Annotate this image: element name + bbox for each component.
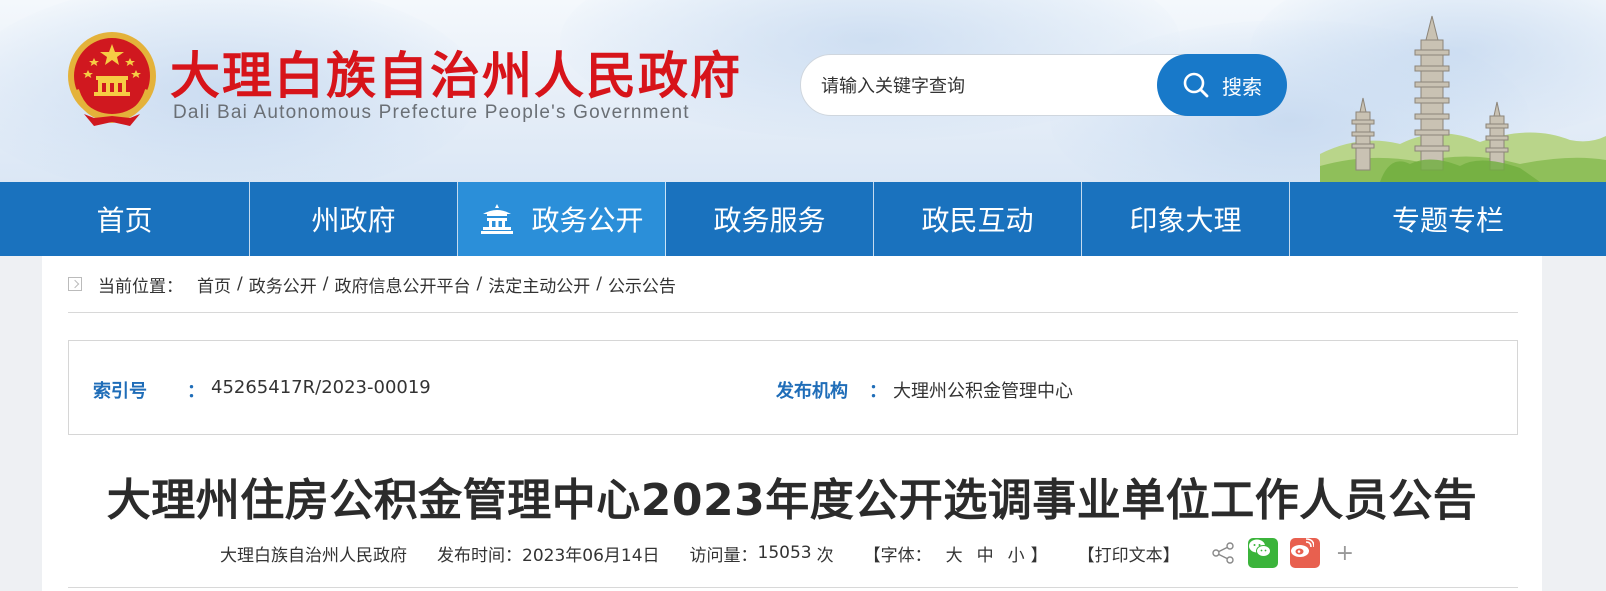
nav-item-prefecture-gov[interactable]: 州政府: [250, 182, 458, 256]
site-title: 大理白族自治州人民政府: [170, 46, 742, 105]
national-emblem-icon: [68, 32, 156, 126]
info-box: 索引号 ： 45265417R/2023-00019 发布机构 ： 大理州公积金…: [68, 340, 1518, 435]
wechat-share-icon[interactable]: [1247, 538, 1278, 568]
nav-item-label: 政务服务: [713, 204, 826, 237]
nav-item-label: 首页: [96, 204, 153, 237]
font-size-small[interactable]: 小: [1008, 541, 1025, 566]
nav-item-home[interactable]: 首页: [0, 182, 250, 256]
breadcrumb-link-statutory-disclosure[interactable]: 法定主动公开: [488, 272, 590, 297]
nav-item-interaction[interactable]: 政民互动: [874, 182, 1082, 256]
font-size-large[interactable]: 大: [946, 541, 963, 566]
breadcrumb-separator: /: [596, 274, 602, 294]
print-button[interactable]: 【打印文本】: [1078, 541, 1180, 566]
font-size-medium[interactable]: 中: [977, 541, 994, 566]
visits-unit: 次: [816, 545, 834, 566]
publisher-label: 发布机构: [776, 381, 848, 402]
publisher-value: 大理州公积金管理中心: [893, 381, 1073, 402]
location-arrow-icon: [68, 277, 82, 291]
article-meta: 大理白族自治州人民政府 发布时间： 2023年06月14日 访问量： 15053…: [220, 536, 1354, 570]
share-more-button[interactable]: +: [1336, 541, 1354, 566]
nav-item-impression-dali[interactable]: 印象大理: [1082, 182, 1290, 256]
breadcrumb: 当前位置： 首页 / 政务公开 / 政府信息公开平台 / 法定主动公开 / 公示…: [68, 270, 676, 298]
nav-item-label: 政民互动: [921, 204, 1034, 237]
main-nav: 首页 州政府 政务公开 政务服务 政民互动 印象大理 专题专栏: [0, 182, 1606, 256]
article-source: 大理白族自治州人民政府: [220, 545, 407, 566]
breadcrumb-link-announcements[interactable]: 公示公告: [608, 272, 676, 297]
weibo-share-icon[interactable]: [1289, 538, 1320, 568]
breadcrumb-link-gov-affairs[interactable]: 政务公开: [249, 272, 317, 297]
breadcrumb-link-home[interactable]: 首页: [197, 272, 231, 297]
search-input[interactable]: [821, 69, 1141, 103]
breadcrumb-link-info-platform[interactable]: 政府信息公开平台: [334, 272, 470, 297]
article-title: 大理州住房公积金管理中心2023年度公开选调事业单位工作人员公告: [106, 475, 1478, 526]
publish-date: 2023年06月14日: [522, 545, 660, 566]
font-size-label: 【字体：: [863, 545, 932, 566]
site-header: 大理白族自治州人民政府 Dali Bai Autonomous Prefectu…: [0, 0, 1606, 182]
site-subtitle: Dali Bai Autonomous Prefecture People's …: [173, 102, 690, 123]
temple-icon: [481, 204, 514, 234]
pagoda-illustration: [1320, 15, 1606, 182]
index-number-label: 索引号: [93, 381, 147, 402]
divider: [68, 587, 1518, 588]
publish-label: 发布时间：: [437, 545, 522, 566]
divider: [68, 312, 1518, 313]
share-icon[interactable]: [1210, 540, 1236, 566]
nav-item-label: 印象大理: [1129, 204, 1242, 237]
nav-item-label: 州政府: [311, 204, 396, 237]
content-panel: 当前位置： 首页 / 政务公开 / 政府信息公开平台 / 法定主动公开 / 公示…: [42, 256, 1542, 591]
nav-item-special-topics[interactable]: 专题专栏: [1290, 182, 1606, 256]
breadcrumb-separator: /: [237, 274, 243, 294]
breadcrumb-label: 当前位置：: [98, 276, 183, 297]
nav-item-label: 政务公开: [531, 204, 644, 237]
search-button[interactable]: 搜索: [1157, 54, 1287, 116]
visits-count: 15053: [757, 543, 812, 563]
breadcrumb-separator: /: [476, 274, 483, 294]
nav-item-gov-affairs-open[interactable]: 政务公开: [458, 182, 666, 256]
colon: ：: [869, 381, 887, 402]
nav-item-label: 专题专栏: [1391, 204, 1504, 237]
visits-label: 访问量：: [689, 545, 758, 566]
colon: ：: [187, 381, 205, 402]
nav-item-gov-services[interactable]: 政务服务: [666, 182, 874, 256]
index-number-value: 45265417R/2023-00019: [211, 377, 431, 398]
font-size-close: 】: [1030, 545, 1048, 566]
search-box: 搜索: [800, 54, 1287, 116]
search-icon: [1183, 72, 1209, 98]
breadcrumb-separator: /: [322, 274, 329, 294]
search-button-label: 搜索: [1222, 74, 1262, 99]
